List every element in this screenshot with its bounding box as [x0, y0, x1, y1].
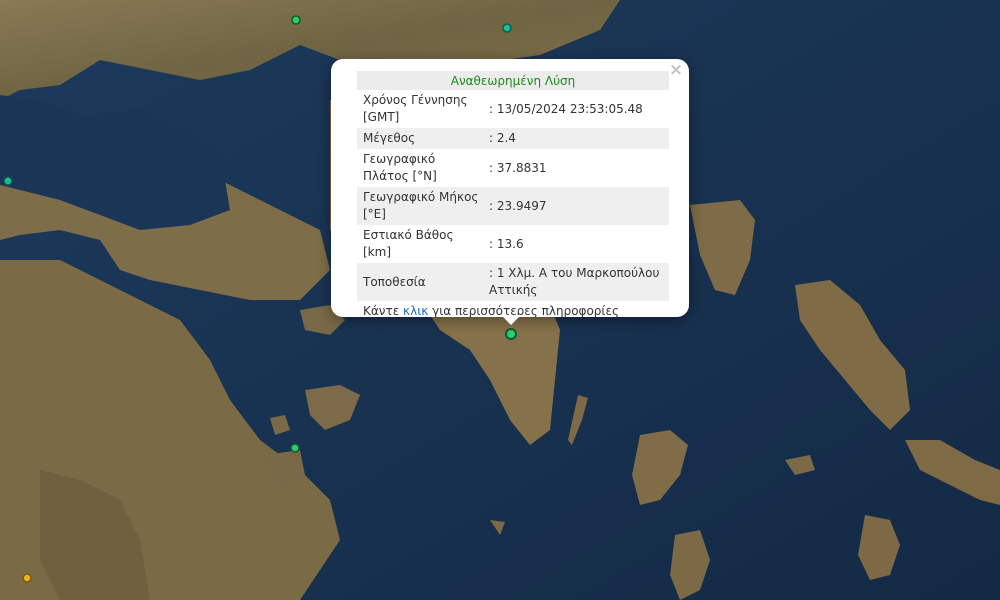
row-value: : 1 Χλμ. Α του Μαρκοπούλου Αττικής	[487, 263, 669, 301]
table-row: Γεωγραφικό Πλάτος [°N] : 37.8831	[357, 149, 669, 187]
table-row: Γεωγραφικό Μήκος [°E] : 23.9497	[357, 187, 669, 225]
table-row: Μέγεθος : 2.4	[357, 128, 669, 149]
row-value: : 13.6	[489, 236, 524, 251]
quake-marker[interactable]	[291, 15, 301, 25]
row-value: : 13/05/2024 23:53:05.48	[489, 101, 643, 116]
earthquake-details-table: Χρόνος Γέννησης [GMT] : 13/05/2024 23:53…	[357, 90, 669, 301]
row-value: : 2.4	[487, 128, 669, 149]
more-info-prefix: Κάντε	[363, 304, 404, 318]
more-info-link[interactable]: κλικ	[403, 304, 428, 318]
quake-marker[interactable]	[22, 573, 32, 583]
quake-marker[interactable]	[290, 443, 300, 453]
popup-title: Αναθεωρημένη Λύση	[357, 71, 669, 90]
quake-marker[interactable]	[3, 176, 13, 186]
table-row: Χρόνος Γέννησης [GMT] : 13/05/2024 23:53…	[357, 90, 669, 128]
row-label: Μέγεθος	[357, 128, 487, 149]
row-value: : 37.8831	[489, 160, 547, 175]
row-label: Χρόνος Γέννησης [GMT]	[363, 93, 468, 124]
quake-marker-main[interactable]	[505, 328, 517, 340]
close-icon[interactable]: ×	[668, 62, 684, 79]
more-info-suffix: για περισσότερες πληροφορίες	[428, 304, 619, 318]
row-value: : 23.9497	[487, 187, 669, 225]
quake-marker[interactable]	[502, 23, 512, 33]
row-label: Γεωγραφικό Μήκος [°E]	[357, 187, 487, 225]
row-label: Τοποθεσία	[357, 263, 487, 301]
table-row: Τοποθεσία : 1 Χλμ. Α του Μαρκοπούλου Αττ…	[357, 263, 669, 301]
earthquake-info-popup: × Αναθεωρημένη Λύση Χρόνος Γέννησης [GMT…	[331, 59, 689, 325]
row-label: Εστιακό Βάθος [km]	[363, 228, 454, 259]
row-label: Γεωγραφικό Πλάτος [°N]	[363, 152, 437, 183]
table-row: Εστιακό Βάθος [km] : 13.6	[357, 225, 669, 263]
popup-tip	[501, 315, 521, 325]
